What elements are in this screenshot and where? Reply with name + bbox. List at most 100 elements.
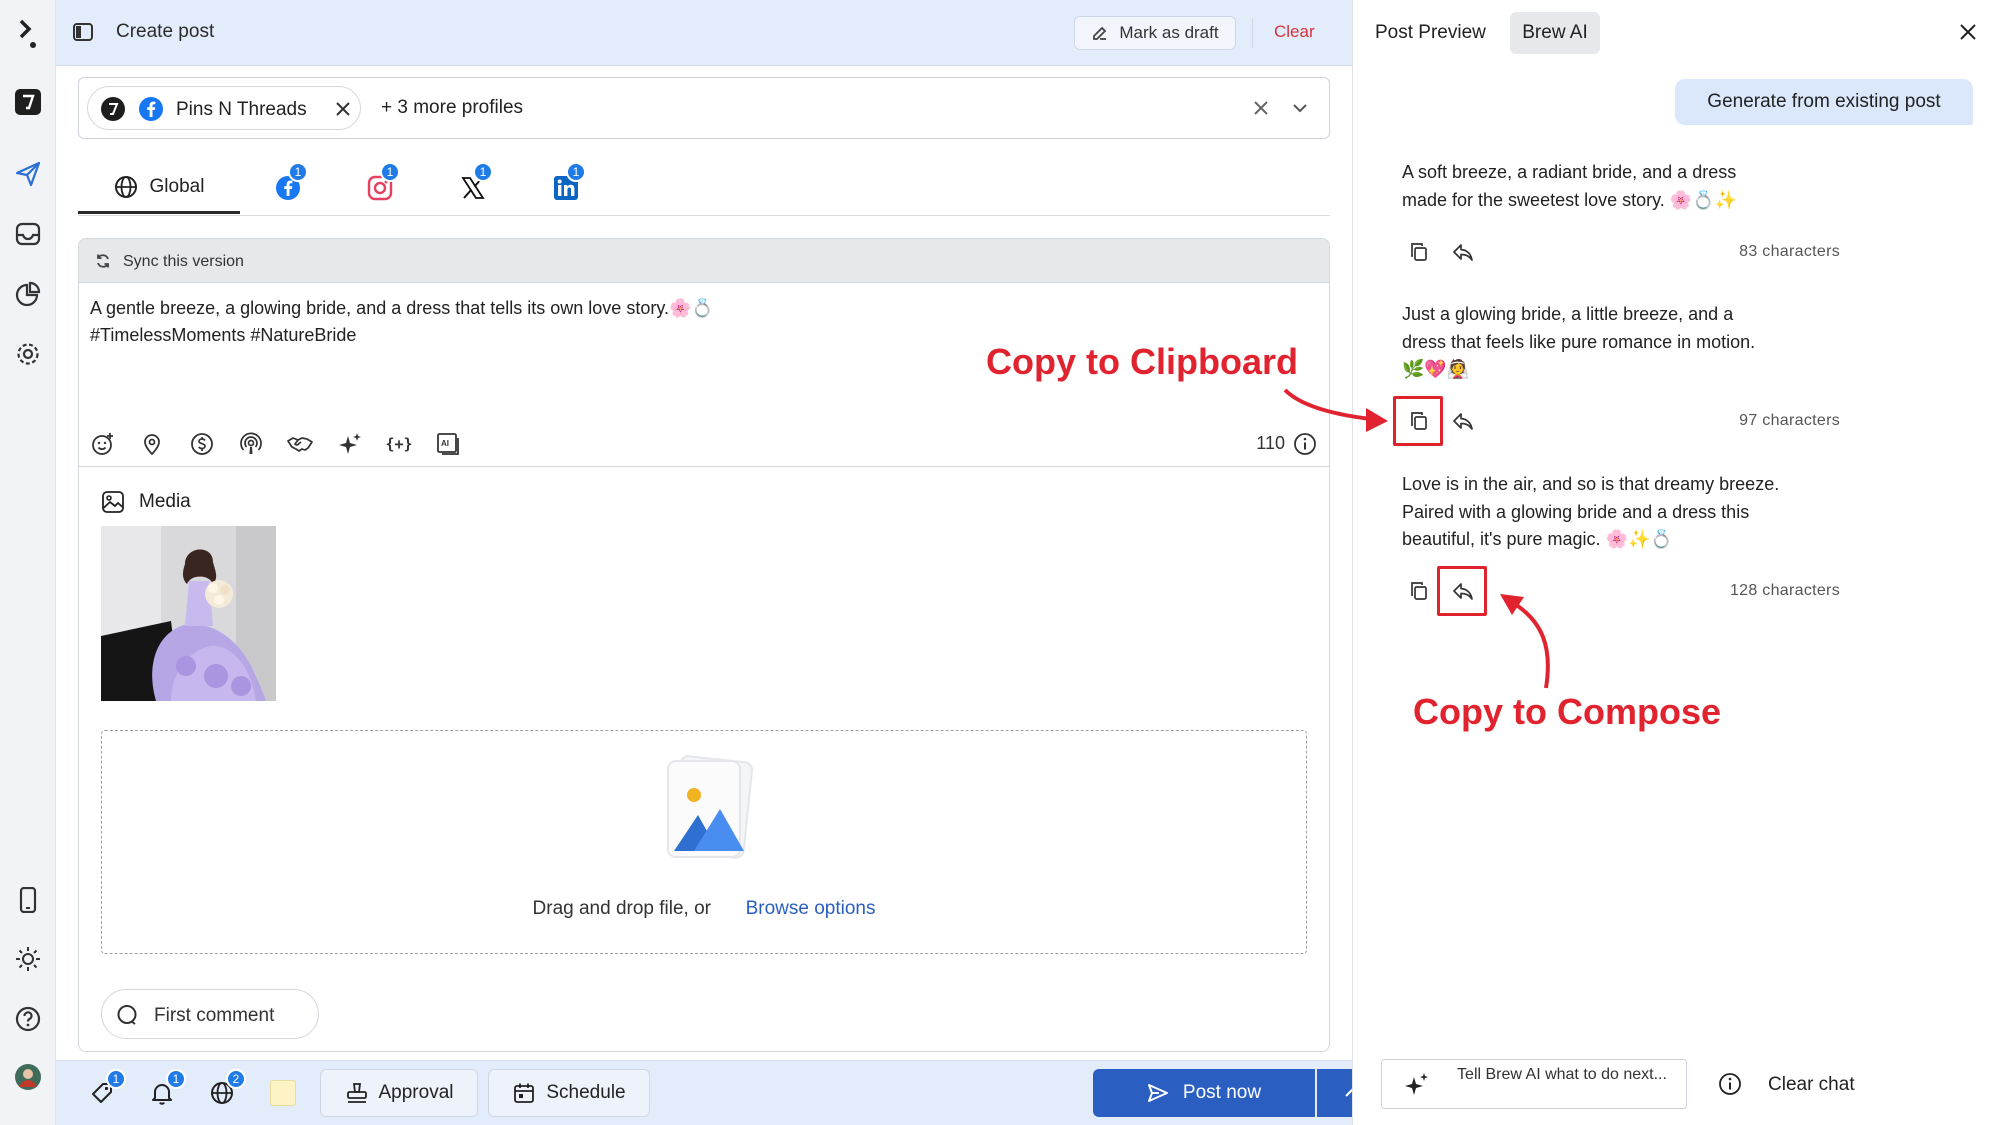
annotation-copy-to-compose: Copy to Compose xyxy=(1413,691,1722,732)
clear-button[interactable]: Clear xyxy=(1274,22,1315,42)
suggestion-line: A soft breeze, a radiant bride, and a dr… xyxy=(1402,162,1737,182)
color-label-swatch[interactable] xyxy=(270,1080,296,1106)
sync-version-bar[interactable]: Sync this version xyxy=(79,239,1329,283)
tabs-divider xyxy=(78,215,1330,216)
character-count: 128 characters xyxy=(1729,582,1840,599)
tab-post-preview[interactable]: Post Preview xyxy=(1375,22,1486,44)
preview-panel: Post Preview Brew AI Generate from exist… xyxy=(1352,0,2000,1125)
brew-ai-prompt-input[interactable]: Tell Brew AI what to do next... xyxy=(1381,1059,1687,1109)
tab-instagram[interactable]: 1 xyxy=(360,162,400,214)
podcast-icon[interactable] xyxy=(238,431,264,457)
app-logo-icon[interactable] xyxy=(14,19,42,48)
suggestion-line: Paired with a glowing bride and a dress … xyxy=(1402,501,1750,522)
info-icon[interactable] xyxy=(1718,1072,1742,1096)
clear-chat-button[interactable]: Clear chat xyxy=(1768,1074,1855,1096)
dollar-icon[interactable] xyxy=(189,431,215,457)
sync-icon xyxy=(95,253,111,269)
tab-global[interactable]: Global xyxy=(78,162,240,214)
character-count: 83 characters xyxy=(1739,243,1840,260)
draft-icon xyxy=(1091,24,1109,42)
profile-chip[interactable]: Pins N Threads xyxy=(87,86,361,130)
user-avatar[interactable] xyxy=(14,1063,42,1091)
profile-avatar xyxy=(100,96,126,122)
sidebar-toggle-icon[interactable] xyxy=(72,21,94,43)
suggestion-line: dress that feels like pure romance in mo… xyxy=(1402,331,1756,352)
theme-icon[interactable] xyxy=(14,945,42,973)
sparkle-icon xyxy=(1404,1072,1430,1098)
settings-icon[interactable] xyxy=(14,340,42,368)
media-label: Media xyxy=(139,491,191,512)
divider xyxy=(1252,18,1253,48)
emoji-icon[interactable] xyxy=(90,431,116,457)
mobile-icon[interactable] xyxy=(14,886,42,914)
ai-image-icon[interactable]: AI xyxy=(435,431,461,457)
calendar-icon[interactable] xyxy=(14,88,42,116)
mark-as-draft-button[interactable]: Mark as draft xyxy=(1074,16,1236,50)
post-text-input[interactable]: A gentle breeze, a glowing bride, and a … xyxy=(90,295,990,349)
approval-button[interactable]: Approval xyxy=(320,1069,478,1117)
post-now-button[interactable]: Post now xyxy=(1093,1069,1315,1117)
post-text-line: A gentle breeze, a glowing bride, and a … xyxy=(90,298,714,318)
sync-label: Sync this version xyxy=(123,253,244,270)
clear-profiles-icon[interactable] xyxy=(1252,99,1270,117)
tab-brew-ai[interactable]: Brew AI xyxy=(1510,12,1600,54)
handshake-icon[interactable] xyxy=(287,431,313,457)
media-icon xyxy=(101,490,125,514)
send-icon xyxy=(1147,1082,1169,1104)
left-navigation-rail xyxy=(0,0,56,1125)
first-comment-label: First comment xyxy=(154,1005,275,1026)
info-icon[interactable] xyxy=(1293,432,1317,456)
copy-icon[interactable] xyxy=(1406,239,1432,265)
highlight-copy-to-compose xyxy=(1437,566,1487,616)
suggestion-line: made for the sweetest love story. 🌸💍✨ xyxy=(1402,189,1738,210)
chevron-down-icon[interactable] xyxy=(1291,100,1309,116)
mark-as-draft-label: Mark as draft xyxy=(1119,23,1219,42)
notification-badge: 2 xyxy=(226,1069,246,1089)
annotation-copy-to-clipboard: Copy to Clipboard xyxy=(986,341,1298,382)
inbox-icon[interactable] xyxy=(14,220,42,248)
schedule-label: Schedule xyxy=(546,1082,626,1103)
tab-facebook[interactable]: 1 xyxy=(268,162,308,214)
dropzone-text: Drag and drop file, or Browse options xyxy=(102,898,1306,920)
brew-ai-placeholder: Tell Brew AI what to do next... xyxy=(1457,1066,1667,1083)
more-profiles-link[interactable]: + 3 more profiles xyxy=(381,97,523,119)
send-icon[interactable] xyxy=(14,160,42,188)
browse-options-link[interactable]: Browse options xyxy=(746,898,876,919)
tab-linkedin[interactable]: 1 xyxy=(546,162,586,214)
reply-icon[interactable] xyxy=(1450,408,1476,434)
editor-toolbar: {+} AI 110 xyxy=(79,419,1329,467)
location-icon[interactable] xyxy=(139,431,165,457)
facebook-icon xyxy=(138,96,164,122)
highlight-copy-to-clipboard xyxy=(1393,396,1443,446)
notification-badge: 1 xyxy=(166,1069,186,1089)
variables-icon[interactable]: {+} xyxy=(385,431,412,457)
post-now-label: Post now xyxy=(1182,1082,1262,1103)
reply-icon[interactable] xyxy=(1450,239,1476,265)
media-thumbnail[interactable] xyxy=(101,526,276,701)
sparkle-icon[interactable] xyxy=(337,431,363,457)
tab-x[interactable]: 1 xyxy=(453,162,493,214)
profile-name: Pins N Threads xyxy=(176,99,307,120)
ai-suggestion-text: Love is in the air, and so is that dream… xyxy=(1402,471,1842,554)
ai-suggestion-text: Just a glowing bride, a little breeze, a… xyxy=(1402,301,1842,384)
profile-selector[interactable]: Pins N Threads + 3 more profiles xyxy=(78,77,1330,139)
remove-profile-icon[interactable] xyxy=(334,100,352,118)
stamp-icon xyxy=(345,1081,369,1105)
notification-badge: 1 xyxy=(288,162,308,182)
schedule-button[interactable]: Schedule xyxy=(488,1069,650,1117)
suggestion-line: Love is in the air, and so is that dream… xyxy=(1402,474,1780,494)
svg-text:AI: AI xyxy=(441,439,449,448)
analytics-icon[interactable] xyxy=(14,280,42,308)
close-icon[interactable] xyxy=(1959,23,1977,41)
character-count: 97 characters xyxy=(1739,412,1840,429)
drop-instruction: Drag and drop file, or xyxy=(532,898,712,919)
suggestion-line: Just a glowing bride, a little breeze, a… xyxy=(1402,304,1734,324)
approval-label: Approval xyxy=(378,1082,454,1103)
copy-icon[interactable] xyxy=(1406,578,1432,604)
suggestion-line: beautiful, it's pure magic. 🌸✨💍 xyxy=(1402,529,1673,549)
first-comment-button[interactable]: First comment xyxy=(101,989,319,1039)
generate-from-existing-button[interactable]: Generate from existing post xyxy=(1675,79,1973,125)
help-icon[interactable] xyxy=(14,1005,42,1033)
media-dropzone[interactable]: Drag and drop file, or Browse options xyxy=(101,730,1307,954)
ai-suggestion-text: A soft breeze, a radiant bride, and a dr… xyxy=(1402,159,1842,214)
